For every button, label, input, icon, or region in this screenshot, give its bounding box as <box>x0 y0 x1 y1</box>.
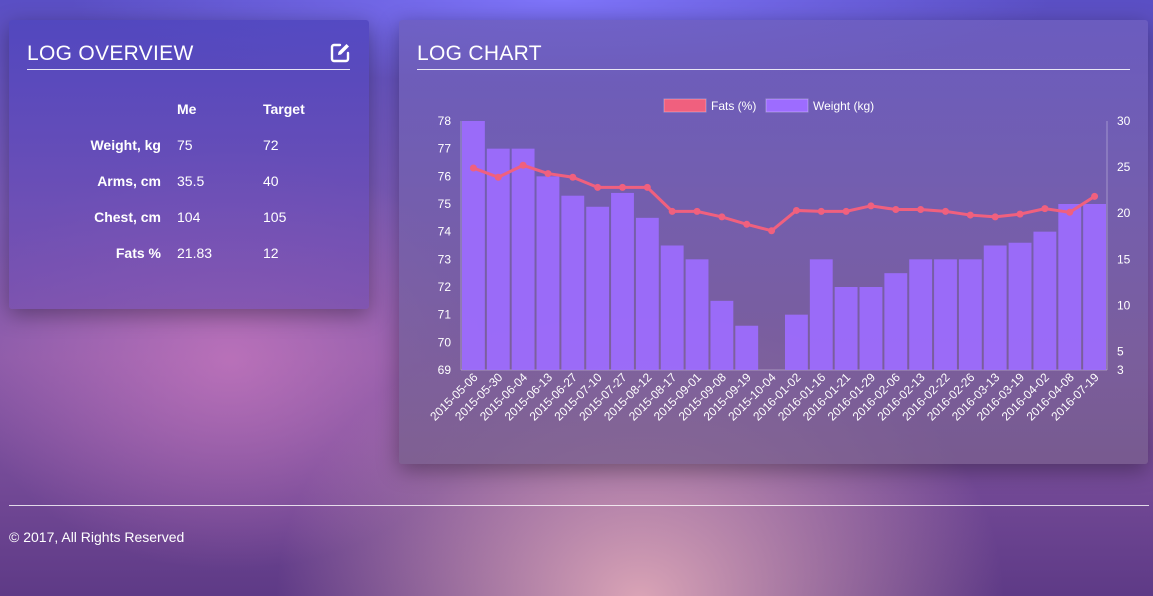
column-header-me: Me <box>177 101 197 117</box>
weight-bar <box>586 206 610 370</box>
y-right-tick-label: 20 <box>1117 206 1131 220</box>
weight-bar <box>785 314 808 370</box>
fats-point <box>1091 192 1099 200</box>
fats-point <box>942 207 949 215</box>
weight-bar <box>884 273 908 370</box>
column-header-target: Target <box>263 101 305 117</box>
y-right-tick-label: 15 <box>1117 252 1131 266</box>
fats-point <box>917 206 925 214</box>
y-right-tick-label: 10 <box>1117 298 1131 312</box>
log-overview-title: LOG OVERVIEW <box>27 42 194 65</box>
fats-point <box>867 202 875 210</box>
row-me-value: 104 <box>177 209 201 225</box>
weight-bar <box>934 259 957 370</box>
row-me-value: 75 <box>177 137 193 153</box>
log-chart-panel: LOG CHART 69 70 71 72 73 74 75 76 77 78 3 5 10 15 20 25… <box>399 20 1148 464</box>
weight-bar <box>611 192 634 370</box>
y-left-tick-label: 78 <box>438 114 452 128</box>
weight-bar <box>462 121 485 370</box>
y-left-tick-label: 73 <box>438 252 452 266</box>
log-overview-panel: LOG OVERVIEW Me Target Weight, kg 75 72 … <box>9 20 369 309</box>
y-left-tick-label: 72 <box>438 280 452 294</box>
fats-point <box>1041 205 1049 213</box>
row-me-value: 35.5 <box>177 173 205 189</box>
fats-point <box>1066 208 1074 216</box>
log-chart: 697071727374757677783510152025302015-05-… <box>427 98 1131 424</box>
weight-bar <box>710 300 734 370</box>
row-target-value: 72 <box>263 137 279 153</box>
fats-point <box>693 207 701 215</box>
weight-bar <box>486 148 510 370</box>
y-left-tick-label: 74 <box>438 225 452 239</box>
row-label: Chest, cm <box>94 209 161 225</box>
y-left-tick-label: 76 <box>438 169 452 183</box>
overview-row-fats: Fats % 21.83 12 <box>9 245 369 265</box>
fats-point <box>668 207 676 215</box>
row-target-value: 40 <box>263 173 279 189</box>
row-label: Weight, kg <box>90 137 161 153</box>
fats-point <box>643 183 651 191</box>
log-overview-divider <box>27 69 350 70</box>
y-right-tick-label: 5 <box>1117 345 1124 359</box>
y-right-tick-label: 25 <box>1117 160 1131 174</box>
weight-bar <box>685 259 709 370</box>
weight-bar <box>561 195 585 370</box>
row-target-value: 105 <box>263 209 287 225</box>
footer-copyright: © 2017, All Rights Reserved <box>9 529 185 545</box>
row-label: Fats % <box>115 245 161 261</box>
weight-bar <box>511 148 535 370</box>
weight-bar <box>1083 204 1106 370</box>
weight-bar <box>859 287 883 370</box>
weight-bar <box>809 259 833 370</box>
fats-point <box>718 213 726 221</box>
legend-swatch <box>663 98 707 113</box>
row-me-value: 21.83 <box>177 245 213 261</box>
fats-point <box>619 183 626 191</box>
y-left-tick-label: 71 <box>438 308 452 322</box>
y-left-tick-label: 70 <box>438 335 452 349</box>
fats-point <box>817 207 825 215</box>
weight-bar <box>909 259 933 370</box>
weight-bar <box>660 245 684 370</box>
fats-point <box>594 183 602 191</box>
weight-bar <box>834 287 858 370</box>
fats-point <box>519 161 527 169</box>
row-label: Arms, cm <box>97 173 161 189</box>
fats-point <box>842 207 850 215</box>
weight-bar <box>1033 231 1057 370</box>
edit-icon[interactable] <box>329 42 351 64</box>
fats-point <box>792 206 800 214</box>
weight-bar <box>635 217 659 370</box>
y-left-tick-label: 75 <box>438 197 452 211</box>
y-left-tick-label: 77 <box>438 142 452 156</box>
fats-point <box>768 227 776 235</box>
fats-point <box>544 170 552 178</box>
legend-label: Weight (kg) <box>813 99 874 113</box>
fats-point <box>494 173 502 181</box>
overview-row-arms: Arms, cm 35.5 40 <box>9 173 369 193</box>
overview-row-chest: Chest, cm 104 105 <box>9 209 369 229</box>
weight-bar <box>735 325 759 370</box>
weight-bar <box>983 245 1007 370</box>
overview-row-weight: Weight, kg 75 72 <box>9 137 369 157</box>
y-left-tick-label: 69 <box>438 363 452 377</box>
fats-point <box>743 220 751 228</box>
weight-bar <box>1008 242 1032 370</box>
legend-label: Fats (%) <box>711 99 756 113</box>
legend-swatch <box>765 98 809 113</box>
fats-point <box>1016 210 1024 218</box>
fats-point <box>892 206 900 214</box>
y-right-tick-label: 30 <box>1117 114 1131 128</box>
weight-bar <box>536 176 560 370</box>
fats-point <box>966 211 974 219</box>
fats-point <box>569 173 577 181</box>
weight-bar <box>1058 204 1082 370</box>
y-right-tick-label: 3 <box>1117 363 1124 377</box>
row-target-value: 12 <box>263 245 279 261</box>
fats-point <box>469 164 477 172</box>
fats-point <box>991 213 999 221</box>
weight-bar <box>958 259 982 370</box>
footer-divider <box>9 505 1149 506</box>
